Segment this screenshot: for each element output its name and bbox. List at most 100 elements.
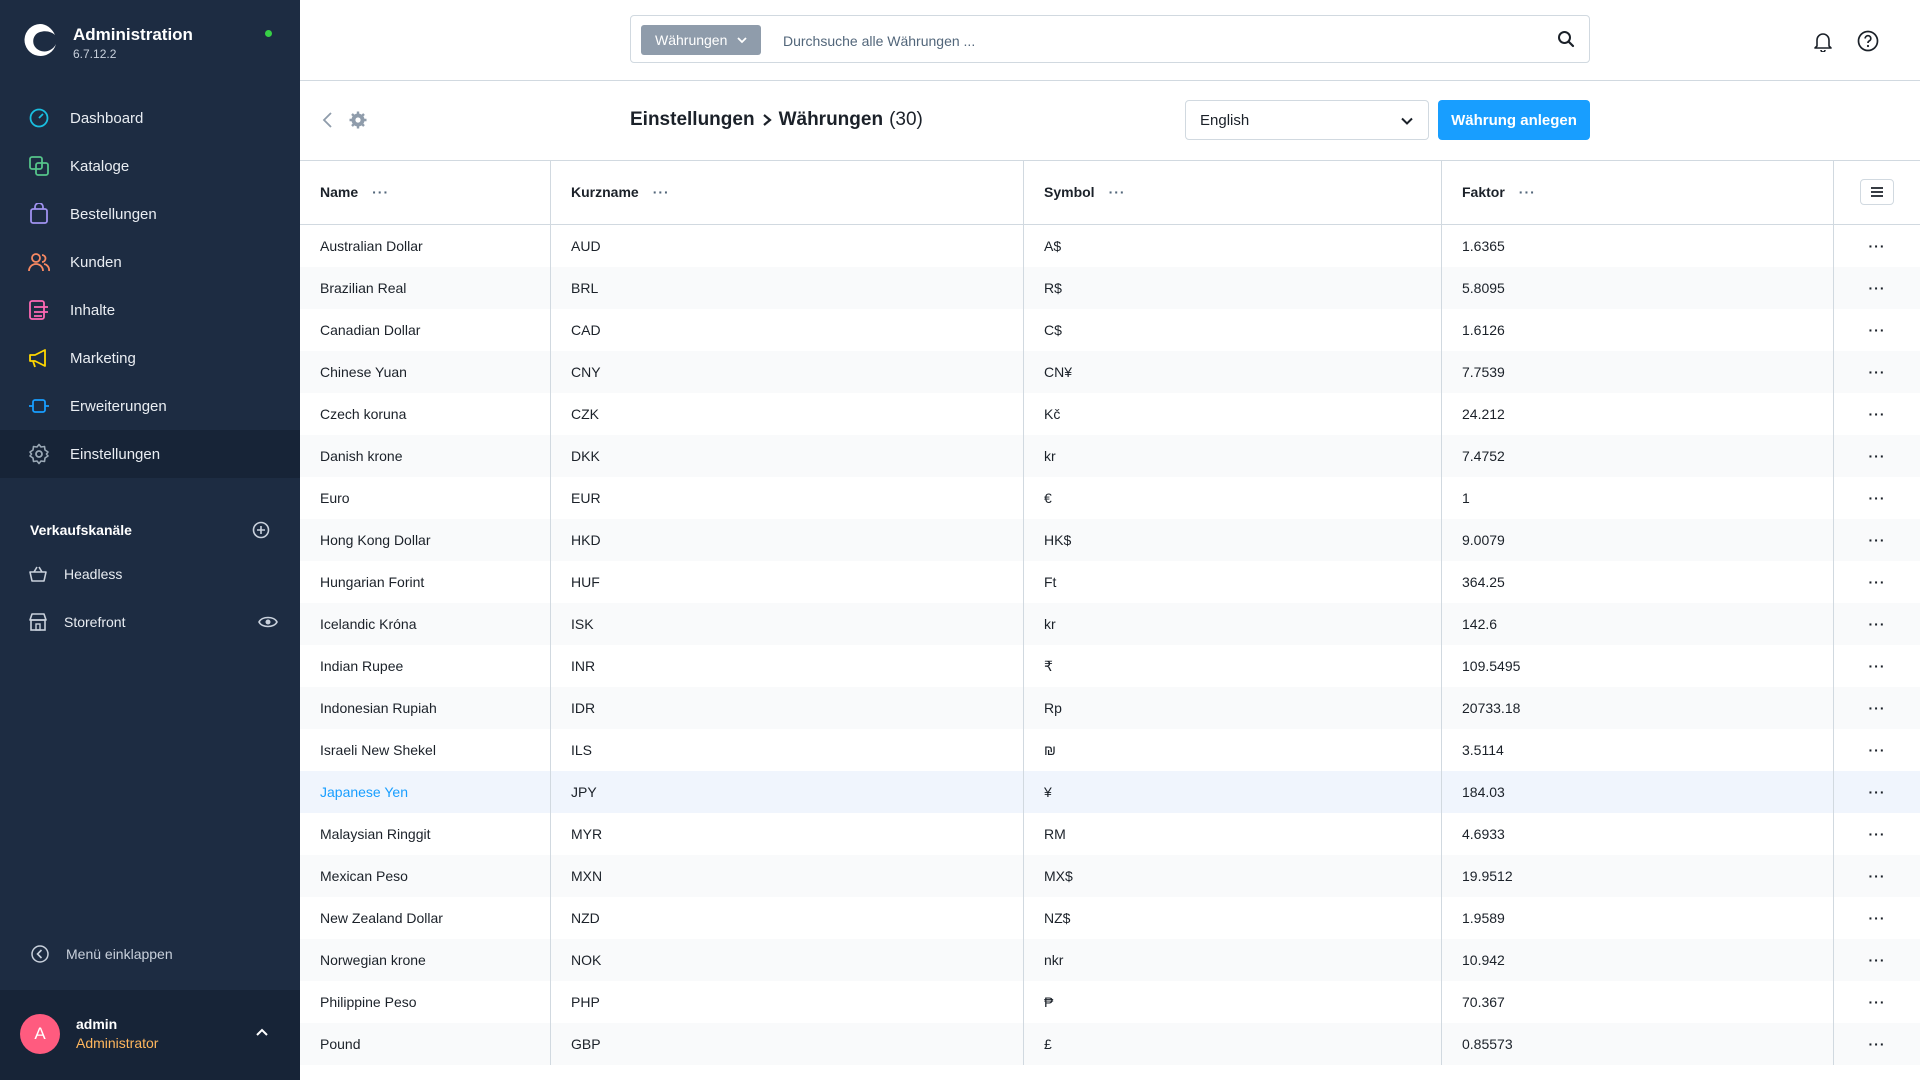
row-actions-icon[interactable]: ··· <box>1869 490 1886 506</box>
table-row[interactable]: Chinese Yuan CNY CN¥ 7.7539 ··· <box>300 351 1920 393</box>
cell-name[interactable]: Danish krone <box>300 435 551 477</box>
cell-short-name: INR <box>551 645 1024 687</box>
table-row[interactable]: Australian Dollar AUD A$ 1.6365 ··· <box>300 225 1920 267</box>
nav-item-kunden[interactable]: Kunden <box>0 238 300 286</box>
row-actions-icon[interactable]: ··· <box>1869 700 1886 716</box>
cell-name[interactable]: Philippine Peso <box>300 981 551 1023</box>
help-icon[interactable] <box>1856 29 1880 53</box>
column-menu-icon[interactable]: ··· <box>1109 184 1126 200</box>
breadcrumb-parent[interactable]: Einstellungen <box>630 109 755 131</box>
row-actions-icon[interactable]: ··· <box>1869 826 1886 842</box>
cell-name[interactable]: Czech koruna <box>300 393 551 435</box>
settings-icon <box>28 443 50 465</box>
column-header-short[interactable]: Kurzname ··· <box>551 160 1024 224</box>
create-currency-button[interactable]: Währung anlegen <box>1438 100 1590 140</box>
language-select[interactable]: English <box>1185 100 1429 140</box>
table-row[interactable]: Pound GBP £0.85573 ··· <box>300 1023 1920 1065</box>
cell-name[interactable]: Indonesian Rupiah <box>300 687 551 729</box>
cell-name[interactable]: Hong Kong Dollar <box>300 519 551 561</box>
cell-name[interactable]: Brazilian Real <box>300 267 551 309</box>
table-row[interactable]: Philippine Peso PHP ₱ 70.367 ··· <box>300 981 1920 1023</box>
table-row[interactable]: New Zealand Dollar NZD NZ$ 1.9589 ··· <box>300 897 1920 939</box>
table-row[interactable]: Indian Rupee INR ₹109.5495 ··· <box>300 645 1920 687</box>
search-type-select[interactable]: Währungen <box>641 25 762 55</box>
cell-name[interactable]: Australian Dollar <box>300 225 551 267</box>
row-actions-icon[interactable]: ··· <box>1869 364 1886 380</box>
table-row[interactable]: Euro EUR €1 ··· <box>300 477 1920 519</box>
cell-name[interactable]: Chinese Yuan <box>300 351 551 393</box>
cell-name[interactable]: New Zealand Dollar <box>300 897 551 939</box>
add-sales-channel-icon[interactable] <box>252 521 270 539</box>
column-menu-icon[interactable]: ··· <box>372 184 389 200</box>
gear-icon[interactable] <box>348 110 368 130</box>
sales-channel-headless[interactable]: Headless <box>28 560 278 588</box>
bell-icon[interactable] <box>1812 30 1834 52</box>
cell-name[interactable]: Mexican Peso <box>300 855 551 897</box>
user-menu[interactable]: A admin Administrator <box>0 990 300 1080</box>
row-actions-icon[interactable]: ··· <box>1869 1036 1886 1052</box>
column-settings-button[interactable] <box>1860 179 1894 205</box>
row-actions-icon[interactable]: ··· <box>1869 784 1886 800</box>
row-actions-icon[interactable]: ··· <box>1869 616 1886 632</box>
table-row[interactable]: Israeli New Shekel ILS ₪ 3.5114 ··· <box>300 729 1920 771</box>
cell-factor: 1.9589 <box>1442 897 1834 939</box>
table-row[interactable]: Czech koruna CZK Kč 24.212 ··· <box>300 393 1920 435</box>
column-header-name[interactable]: Name ··· <box>300 160 551 224</box>
column-header-factor[interactable]: Faktor ··· <box>1442 160 1834 224</box>
column-header-symbol[interactable]: Symbol ··· <box>1024 160 1442 224</box>
search-input[interactable] <box>781 26 1545 56</box>
cell-name[interactable]: Pound <box>300 1023 551 1065</box>
table-row[interactable]: Indonesian Rupiah IDR Rp 20733.18 ··· <box>300 687 1920 729</box>
search-icon[interactable] <box>1557 30 1575 48</box>
cell-name[interactable]: Euro <box>300 477 551 519</box>
cell-name[interactable]: Icelandic Króna <box>300 603 551 645</box>
row-actions-icon[interactable]: ··· <box>1869 532 1886 548</box>
row-actions-icon[interactable]: ··· <box>1869 742 1886 758</box>
table-row[interactable]: Norwegian krone NOK nkr 10.942 ··· <box>300 939 1920 981</box>
row-actions-icon[interactable]: ··· <box>1869 448 1886 464</box>
cell-name[interactable]: Norwegian krone <box>300 939 551 981</box>
shopware-logo-icon[interactable] <box>22 22 58 58</box>
nav-item-bestellungen[interactable]: Bestellungen <box>0 190 300 238</box>
cell-name[interactable]: Indian Rupee <box>300 645 551 687</box>
row-actions-icon[interactable]: ··· <box>1869 994 1886 1010</box>
nav-item-einstellungen[interactable]: Einstellungen <box>0 430 300 478</box>
cell-name[interactable]: Israeli New Shekel <box>300 729 551 771</box>
row-actions-icon[interactable]: ··· <box>1869 910 1886 926</box>
row-actions-icon[interactable]: ··· <box>1869 574 1886 590</box>
table-row[interactable]: Icelandic Króna ISK kr 142.6 ··· <box>300 603 1920 645</box>
row-actions-icon[interactable]: ··· <box>1869 406 1886 422</box>
chevron-up-icon[interactable] <box>254 1024 270 1040</box>
row-actions-icon[interactable]: ··· <box>1869 868 1886 884</box>
nav-item-inhalte[interactable]: Inhalte <box>0 286 300 334</box>
cell-name[interactable]: Japanese Yen <box>300 771 551 813</box>
nav-item-dashboard[interactable]: Dashboard <box>0 94 300 142</box>
nav-item-marketing[interactable]: Marketing <box>0 334 300 382</box>
cell-name[interactable]: Hungarian Forint <box>300 561 551 603</box>
column-menu-icon[interactable]: ··· <box>1519 184 1536 200</box>
column-menu-icon[interactable]: ··· <box>653 184 670 200</box>
back-icon[interactable] <box>320 111 336 129</box>
row-actions-icon[interactable]: ··· <box>1869 658 1886 674</box>
table-row[interactable]: Brazilian Real BRL R$ 5.8095 ··· <box>300 267 1920 309</box>
table-row[interactable]: Hong Kong Dollar HKD HK$ 9.0079 ··· <box>300 519 1920 561</box>
table-row[interactable]: Mexican Peso MXN MX$ 19.9512 ··· <box>300 855 1920 897</box>
table-row[interactable]: Canadian Dollar CAD C$ 1.6126 ··· <box>300 309 1920 351</box>
table-row[interactable]: Japanese Yen JPY ¥184.03 ··· <box>300 771 1920 813</box>
collapse-menu-button[interactable]: Menü einklappen <box>30 944 173 964</box>
row-actions-icon[interactable]: ··· <box>1869 322 1886 338</box>
table-row[interactable]: Hungarian Forint HUF Ft 364.25 ··· <box>300 561 1920 603</box>
cell-short-name: HUF <box>551 561 1024 603</box>
nav-item-kataloge[interactable]: Kataloge <box>0 142 300 190</box>
nav-item-erweiterungen[interactable]: Erweiterungen <box>0 382 300 430</box>
sales-channel-storefront[interactable]: Storefront <box>28 608 278 636</box>
cell-name[interactable]: Canadian Dollar <box>300 309 551 351</box>
eye-icon[interactable] <box>258 612 278 632</box>
cell-name[interactable]: Malaysian Ringgit <box>300 813 551 855</box>
table-row[interactable]: Danish krone DKK kr 7.4752 ··· <box>300 435 1920 477</box>
row-actions-icon[interactable]: ··· <box>1869 952 1886 968</box>
table-row[interactable]: Malaysian Ringgit MYR RM 4.6933 ··· <box>300 813 1920 855</box>
row-actions-icon[interactable]: ··· <box>1869 280 1886 296</box>
row-actions-icon[interactable]: ··· <box>1869 238 1886 254</box>
customers-icon <box>28 251 50 273</box>
